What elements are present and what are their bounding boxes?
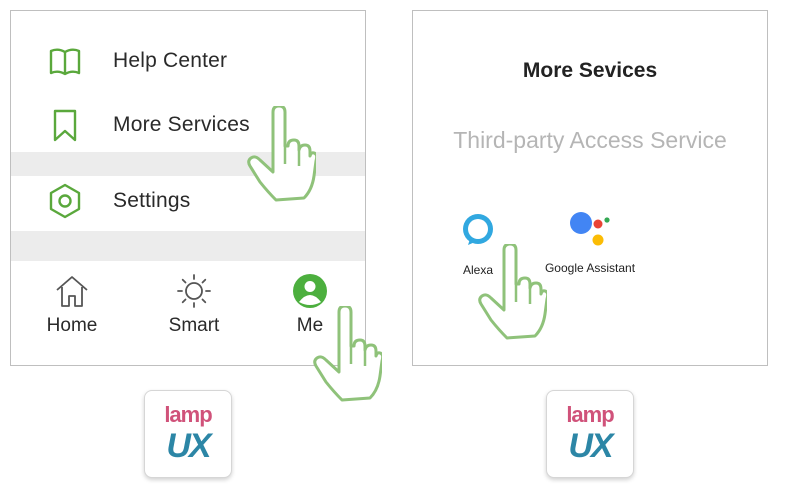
logo-text-lamp: lamp	[164, 402, 212, 427]
service-google-assistant[interactable]: Google Assistant	[538, 209, 642, 275]
lampux-logo: lamp UX	[546, 390, 634, 478]
tab-home[interactable]: Home	[27, 273, 117, 353]
sun-icon	[177, 274, 211, 308]
more-services-panel: More Sevices Third-party Access Service …	[412, 10, 768, 366]
service-label: Google Assistant	[544, 261, 636, 275]
user-avatar-icon	[293, 274, 327, 308]
google-assistant-icon	[570, 212, 610, 246]
logo-text-ux: UX	[568, 427, 613, 465]
section-subtitle: Third-party Access Service	[453, 127, 727, 153]
pointing-hand-icon	[247, 106, 316, 202]
bookmark-icon	[53, 109, 77, 142]
pointing-hand-icon	[313, 306, 382, 402]
page-title: More Sevices	[522, 59, 658, 82]
tab-label: Smart	[168, 315, 220, 336]
tab-label: Home	[46, 315, 98, 336]
tab-smart[interactable]: Smart	[149, 273, 239, 353]
menu-item-label: More Services	[113, 113, 250, 136]
menu-item-label: Help Center	[113, 49, 228, 72]
pointing-hand-icon	[478, 244, 547, 340]
book-icon	[49, 48, 81, 76]
menu-item-help-center[interactable]: Help Center	[11, 31, 365, 91]
logo-text-ux: UX	[166, 427, 211, 465]
alexa-icon	[463, 214, 493, 245]
section-divider	[11, 231, 365, 261]
logo-text-lamp: lamp	[566, 402, 614, 427]
hexagon-settings-icon	[49, 183, 81, 219]
lampux-logo: lamp UX	[144, 390, 232, 478]
home-icon	[56, 276, 88, 307]
menu-item-label: Settings	[113, 189, 191, 212]
